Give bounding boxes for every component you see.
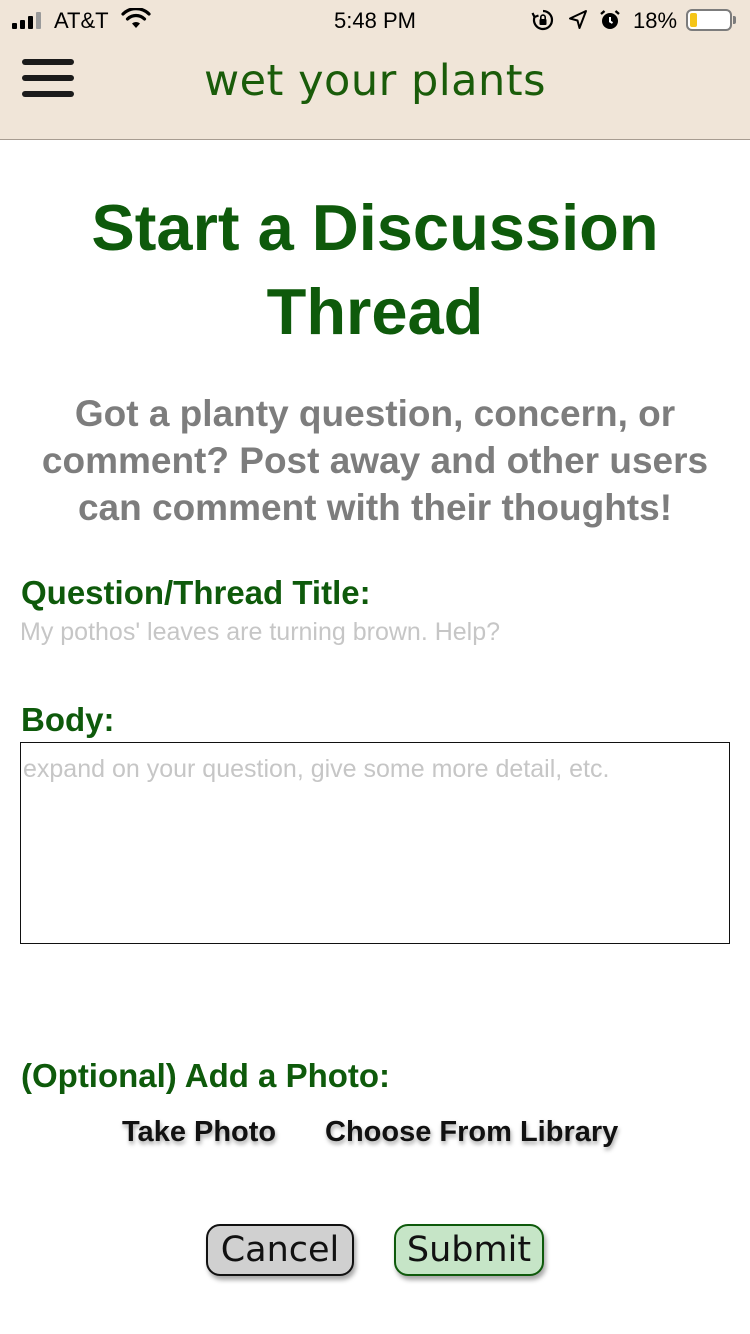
page-subtitle: Got a planty question, concern, or comme… — [41, 393, 709, 528]
app-top-bar: AT&T 5:48 PM 18% wet your plants — [0, 0, 750, 140]
cancel-button[interactable]: Cancel — [206, 1224, 354, 1276]
app-brand-title: wet your plants — [203, 56, 547, 106]
choose-from-library-button[interactable]: Choose From Library — [325, 1116, 618, 1149]
battery-terminal — [733, 16, 736, 24]
page-title: Start a Discussion Thread — [91, 191, 659, 348]
thread-title-label: Question/Thread Title: — [21, 574, 371, 611]
thread-title-input[interactable] — [20, 612, 720, 652]
status-bar: AT&T 5:48 PM 18% — [0, 0, 750, 40]
battery-icon — [686, 9, 732, 31]
alarm-icon — [600, 10, 620, 29]
location-icon — [569, 10, 587, 29]
add-photo-label: (Optional) Add a Photo: — [21, 1057, 391, 1094]
battery-percentage: 18% — [633, 8, 678, 33]
submit-button[interactable]: Submit — [394, 1224, 544, 1276]
orientation-lock-icon — [531, 9, 554, 31]
body-textarea[interactable] — [20, 742, 730, 944]
body-label: Body: — [21, 701, 115, 738]
take-photo-button[interactable]: Take Photo — [122, 1116, 276, 1149]
